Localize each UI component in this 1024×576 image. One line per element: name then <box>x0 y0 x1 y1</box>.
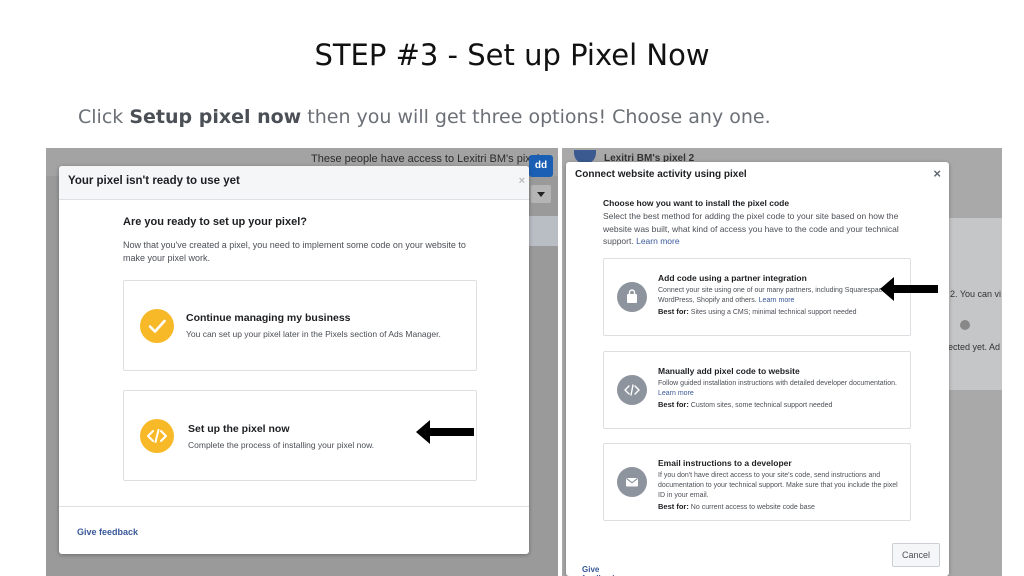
learn-more-link[interactable]: Learn more <box>636 236 679 246</box>
pixel-not-ready-modal: Your pixel isn't ready to use yet × Are … <box>59 166 529 554</box>
option-title: Set up the pixel now <box>188 423 290 435</box>
close-icon[interactable]: × <box>519 175 525 187</box>
card-title: Add code using a partner integration <box>658 273 807 283</box>
card-manual-install[interactable]: Manually add pixel code to website Follo… <box>603 351 911 429</box>
card-description: Connect your site using one of our many … <box>658 286 898 318</box>
background-access-text: These people have access to Lexitri BM's… <box>311 153 540 165</box>
option-description: Complete the process of installing your … <box>188 440 375 450</box>
best-for: Best for: Sites using a CMS; minimal tec… <box>658 307 898 318</box>
best-for-value: No current access to website code base <box>690 504 815 511</box>
best-for-label: Best for: <box>658 400 689 409</box>
learn-more-link[interactable]: Learn more <box>759 297 795 304</box>
best-for: Best for: Custom sites, some technical s… <box>658 400 898 411</box>
give-feedback-link[interactable]: Give feedback <box>582 565 617 576</box>
modal-header: Connect website activity using pixel × <box>566 162 949 188</box>
option-continue-managing[interactable]: Continue managing my business You can se… <box>123 280 477 371</box>
card-partner-integration[interactable]: Add code using a partner integration Con… <box>603 258 911 336</box>
option-title: Continue managing my business <box>186 312 351 324</box>
background-text-2: ected yet. Ad <box>948 342 1001 352</box>
right-screenshot: Lexitri BM's pixel 2 2. You can vi ected… <box>562 148 1002 576</box>
background-panel <box>529 216 558 246</box>
best-for-label: Best for: <box>658 307 689 316</box>
check-icon <box>140 309 174 343</box>
envelope-icon <box>617 467 647 497</box>
best-for-value: Custom sites, some technical support nee… <box>690 402 833 409</box>
best-for-label: Best for: <box>658 502 689 511</box>
modal-description: Select the best method for adding the pi… <box>603 210 913 248</box>
shopping-bag-icon <box>617 282 647 312</box>
best-for-value: Sites using a CMS; minimal technical sup… <box>690 309 857 316</box>
card-description: Follow guided installation instructions … <box>658 379 898 411</box>
code-icon <box>617 375 647 405</box>
card-title: Manually add pixel code to website <box>658 366 800 376</box>
background-text-1: 2. You can vi <box>950 289 1002 299</box>
left-screenshot: These people have access to Lexitri BM's… <box>46 148 558 576</box>
cancel-button[interactable]: Cancel <box>892 543 940 567</box>
option-description: You can set up your pixel later in the P… <box>186 329 441 339</box>
card-title: Email instructions to a developer <box>658 458 792 468</box>
pointer-arrow-icon <box>416 420 474 444</box>
code-icon <box>140 419 174 453</box>
connect-website-modal: Connect website activity using pixel × C… <box>566 162 949 576</box>
modal-footer: Give feedback <box>59 506 529 554</box>
subtitle-bold: Setup pixel now <box>129 106 302 128</box>
person-icon <box>960 320 970 330</box>
modal-title: Connect website activity using pixel <box>575 169 747 180</box>
subtitle-prefix: Click <box>78 106 130 128</box>
modal-title: Your pixel isn't ready to use yet <box>68 175 240 187</box>
slide-title: STEP #3 - Set up Pixel Now <box>314 38 710 72</box>
background-side-panel <box>948 218 1002 390</box>
best-for: Best for: No current access to website c… <box>658 502 898 513</box>
modal-question: Are you ready to set up your pixel? <box>123 216 307 228</box>
pointer-arrow-icon <box>880 277 938 301</box>
card-email-developer[interactable]: Email instructions to a developer If you… <box>603 443 911 521</box>
modal-question: Choose how you want to install the pixel… <box>603 198 790 208</box>
background-add-button[interactable]: dd <box>529 155 553 177</box>
close-icon[interactable]: × <box>933 166 941 181</box>
give-feedback-link[interactable]: Give feedback <box>77 527 138 537</box>
learn-more-link[interactable]: Learn more <box>658 390 694 397</box>
card-desc-text: Follow guided installation instructions … <box>658 380 897 387</box>
modal-description: Now that you've created a pixel, you nee… <box>123 240 466 263</box>
card-desc-text: If you don't have direct access to your … <box>658 472 898 499</box>
card-description: If you don't have direct access to your … <box>658 471 898 513</box>
background-dropdown[interactable] <box>531 185 551 203</box>
subtitle-suffix: then you will get three options! Choose … <box>301 106 771 128</box>
modal-header: Your pixel isn't ready to use yet × <box>59 166 529 200</box>
slide-subtitle: Click Setup pixel now then you will get … <box>78 106 771 128</box>
